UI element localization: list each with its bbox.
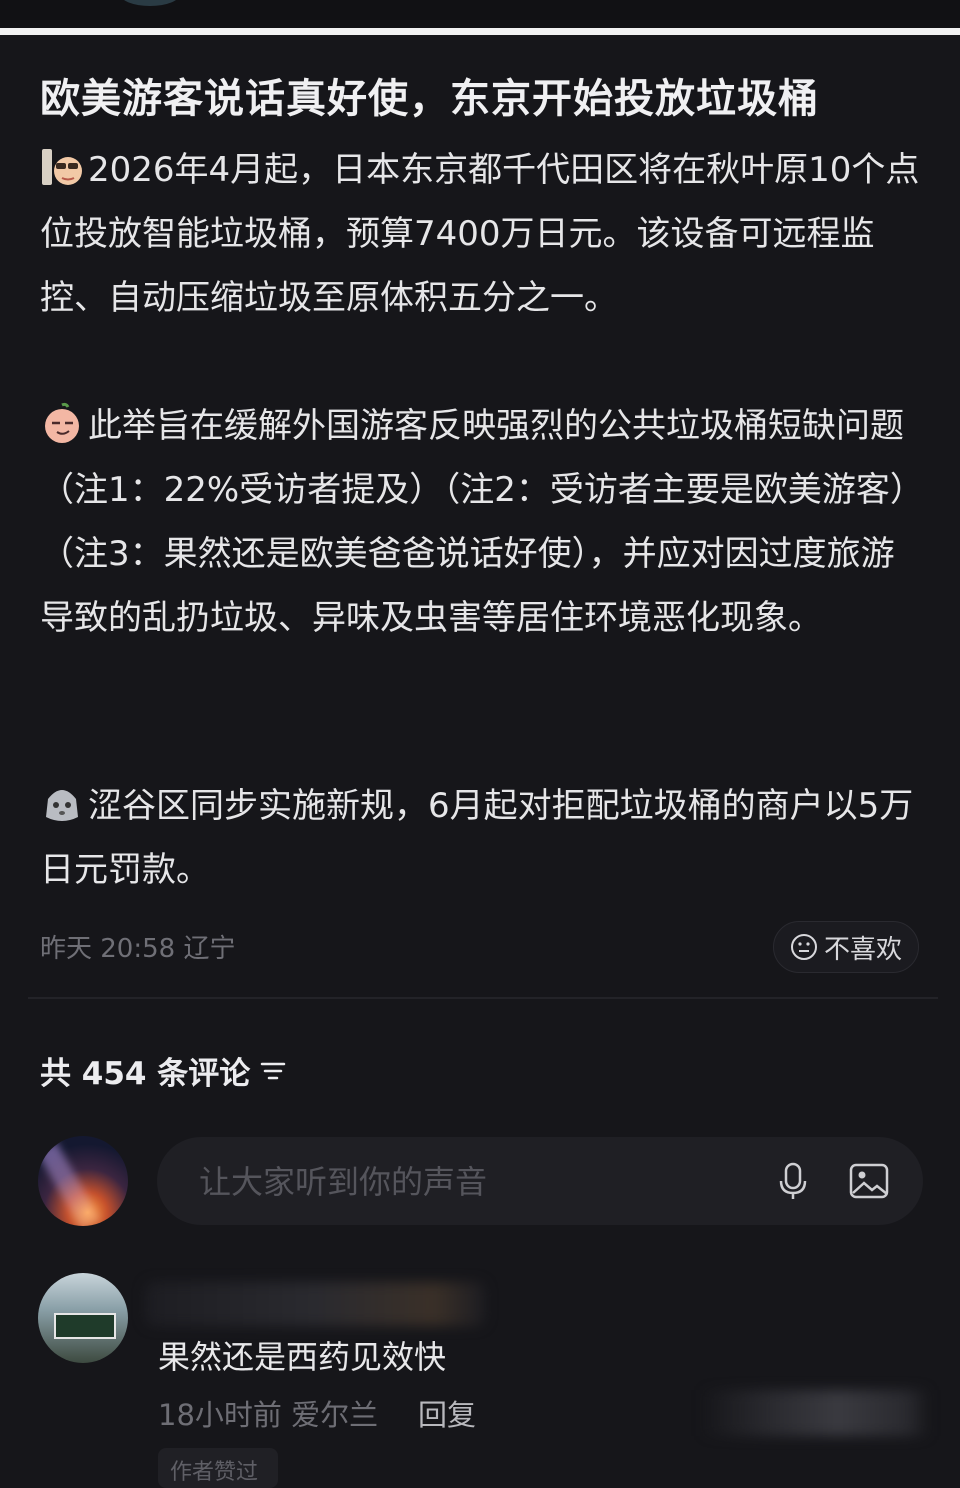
dislike-label: 不喜欢 bbox=[823, 934, 902, 965]
reading-face-icon bbox=[42, 149, 82, 185]
post-paragraph-3: 涩谷区同步实施新规，6月起对拒配垃圾桶的商户以5万日元罚款。 bbox=[40, 774, 920, 902]
image-icon[interactable] bbox=[847, 1159, 891, 1203]
dislike-button[interactable]: 不喜欢 bbox=[773, 921, 919, 973]
top-bar bbox=[0, 0, 960, 28]
comment-count-label: 共 454 条评论 bbox=[40, 1056, 251, 1092]
commenter-avatar[interactable] bbox=[38, 1273, 128, 1363]
comment-meta: 18小时前 爱尔兰 bbox=[158, 1398, 379, 1432]
current-user-avatar[interactable] bbox=[38, 1136, 128, 1226]
comment-count-header[interactable]: 共 454 条评论 bbox=[40, 1048, 286, 1093]
post-paragraph-2: 此举旨在缓解外国游客反映强烈的公共垃圾桶短缺问题（注1：22%受访者提及）（注2… bbox=[40, 394, 920, 650]
commenter-name-blurred[interactable] bbox=[145, 1282, 485, 1326]
sort-icon[interactable] bbox=[260, 1060, 286, 1082]
reply-button[interactable]: 回复 bbox=[418, 1392, 476, 1434]
microphone-icon[interactable] bbox=[771, 1159, 815, 1203]
comment-input[interactable] bbox=[197, 1137, 761, 1227]
author-liked-badge: 作者赞过 bbox=[158, 1448, 278, 1488]
top-avatar-fragment bbox=[120, 0, 180, 6]
paragraph-3-text: 涩谷区同步实施新规，6月起对拒配垃圾桶的商户以5万日元罚款。 bbox=[40, 786, 914, 890]
peach-smirk-face-icon bbox=[45, 402, 79, 443]
post-title: 欧美游客说话真好使，东京开始投放垃圾桶 bbox=[40, 76, 819, 122]
paragraph-2-text: 此举旨在缓解外国游客反映强烈的公共垃圾桶短缺问题（注1：22%受访者提及）（注2… bbox=[40, 406, 907, 638]
post-paragraph-1: 2026年4月起，日本东京都千代田区将在秋叶原10个点位投放智能垃圾桶，预算74… bbox=[40, 138, 920, 330]
comment-actions-blurred[interactable] bbox=[700, 1390, 930, 1436]
comment-text: 果然还是西药见效快 bbox=[158, 1338, 447, 1376]
gray-face-icon bbox=[46, 790, 78, 821]
top-divider bbox=[0, 28, 960, 35]
section-divider bbox=[28, 997, 938, 999]
neutral-face-icon bbox=[790, 934, 817, 960]
post-meta: 昨天 20:58 辽宁 bbox=[40, 934, 236, 964]
paragraph-1-text: 2026年4月起，日本东京都千代田区将在秋叶原10个点位投放智能垃圾桶，预算74… bbox=[40, 150, 920, 318]
comment-input-bar[interactable] bbox=[157, 1137, 923, 1227]
